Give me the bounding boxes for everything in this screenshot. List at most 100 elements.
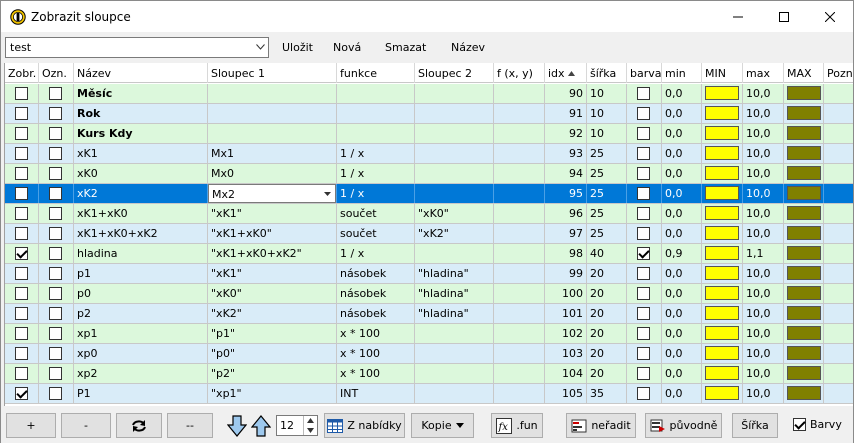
column1-cell[interactable]: "xK1" <box>208 204 337 223</box>
show-checkbox[interactable] <box>14 387 28 400</box>
function-cell[interactable]: 1 / x <box>337 244 415 263</box>
name-cell[interactable]: xK1+xK0 <box>74 204 208 223</box>
show-checkbox[interactable] <box>14 307 28 320</box>
note-cell[interactable] <box>824 324 853 343</box>
width-cell[interactable]: 10 <box>587 124 627 143</box>
min-color-swatch[interactable] <box>705 126 739 140</box>
index-cell[interactable]: 91 <box>545 104 587 123</box>
min-cell[interactable]: 0,0 <box>662 144 702 163</box>
show-checkbox[interactable] <box>14 247 28 260</box>
fun-button[interactable]: fx .fun <box>491 413 543 438</box>
show-checkbox[interactable] <box>14 267 28 280</box>
column2-cell[interactable] <box>415 84 494 103</box>
index-cell[interactable]: 93 <box>545 144 587 163</box>
table-row[interactable]: p0 "xK0" násobek "hladina" 100 20 0,0 10,0 <box>5 284 853 304</box>
note-cell[interactable] <box>824 344 853 363</box>
note-cell[interactable] <box>824 244 853 263</box>
column1-cell[interactable]: "p1" <box>208 324 337 343</box>
name-cell[interactable]: xp2 <box>74 364 208 383</box>
mark-checkbox[interactable] <box>49 267 62 280</box>
width-cell[interactable]: 20 <box>587 264 627 283</box>
table-row[interactable]: P1 "xp1" INT 105 35 0,0 10,0 <box>5 384 853 404</box>
function-cell[interactable]: 1 / x <box>337 164 415 183</box>
column-header-idx[interactable]: idx <box>545 63 587 83</box>
fxy-cell[interactable] <box>494 364 545 383</box>
function-cell[interactable] <box>337 124 415 143</box>
mark-checkbox[interactable] <box>49 287 62 300</box>
fxy-cell[interactable] <box>494 264 545 283</box>
column-header-min[interactable]: min <box>662 63 702 83</box>
column2-cell[interactable] <box>415 144 494 163</box>
show-checkbox[interactable] <box>14 287 28 300</box>
note-cell[interactable] <box>824 84 853 103</box>
max-color-swatch[interactable] <box>787 186 821 200</box>
max-color-swatch[interactable] <box>787 306 821 320</box>
color-checkbox[interactable] <box>637 127 650 140</box>
name-cell[interactable]: xK0 <box>74 164 208 183</box>
from-menu-button[interactable]: Z nabídky <box>324 413 405 438</box>
columns-grid[interactable]: Zobr. Ozn. Název Sloupec 1 funkce Sloupec 2 f … <box>4 63 853 406</box>
index-cell[interactable]: 102 <box>545 324 587 343</box>
column-header-min[interactable]: MIN <box>702 63 743 83</box>
width-cell[interactable]: 25 <box>587 204 627 223</box>
note-cell[interactable] <box>824 264 853 283</box>
max-color-swatch[interactable] <box>787 166 821 180</box>
color-checkbox[interactable] <box>637 247 650 260</box>
remove-row-button[interactable]: - <box>61 413 111 438</box>
max-cell[interactable]: 10,0 <box>743 164 784 183</box>
name-cell[interactable]: xp0 <box>74 344 208 363</box>
max-cell[interactable]: 10,0 <box>743 344 784 363</box>
min-color-swatch[interactable] <box>705 166 739 180</box>
max-color-swatch[interactable] <box>787 286 821 300</box>
min-cell[interactable]: 0,0 <box>662 204 702 223</box>
note-cell[interactable] <box>824 284 853 303</box>
index-cell[interactable]: 104 <box>545 364 587 383</box>
column1-cell[interactable]: "xK0" <box>208 284 337 303</box>
max-cell[interactable]: 10,0 <box>743 224 784 243</box>
function-cell[interactable]: násobek <box>337 284 415 303</box>
width-cell[interactable]: 25 <box>587 224 627 243</box>
width-cell[interactable]: 25 <box>587 164 627 183</box>
color-checkbox[interactable] <box>637 147 650 160</box>
function-cell[interactable]: INT <box>337 384 415 403</box>
save-button[interactable]: Uložit <box>282 41 313 54</box>
column2-cell[interactable] <box>415 124 494 143</box>
table-row[interactable]: xp0 "p0" x * 100 103 20 0,0 10,0 <box>5 344 853 364</box>
min-color-swatch[interactable] <box>705 346 739 360</box>
function-cell[interactable]: 1 / x <box>337 184 415 203</box>
function-cell[interactable] <box>337 84 415 103</box>
column1-cell[interactable] <box>208 124 337 143</box>
min-cell[interactable]: 0,9 <box>662 244 702 263</box>
index-cell[interactable]: 103 <box>545 344 587 363</box>
stepper-buttons[interactable] <box>303 416 317 435</box>
width-cell[interactable]: 40 <box>587 244 627 263</box>
mark-checkbox[interactable] <box>49 247 62 260</box>
fxy-cell[interactable] <box>494 344 545 363</box>
column1-cell[interactable] <box>208 104 337 123</box>
note-cell[interactable] <box>824 144 853 163</box>
refresh-button[interactable] <box>116 413 162 438</box>
color-checkbox[interactable] <box>637 327 650 340</box>
note-cell[interactable] <box>824 184 853 203</box>
max-cell[interactable]: 10,0 <box>743 144 784 163</box>
note-cell[interactable] <box>824 364 853 383</box>
max-color-swatch[interactable] <box>787 386 821 400</box>
min-cell[interactable]: 0,0 <box>662 364 702 383</box>
column1-cell[interactable]: "xK2" <box>208 304 337 323</box>
fxy-cell[interactable] <box>494 284 545 303</box>
name-cell[interactable]: Měsíc <box>74 84 208 103</box>
show-checkbox[interactable] <box>14 87 28 100</box>
original-button[interactable]: původně <box>645 413 722 438</box>
width-cell[interactable]: 20 <box>587 304 627 323</box>
column-header-fxy[interactable]: f (x, y) <box>494 63 545 83</box>
fxy-cell[interactable] <box>494 244 545 263</box>
table-row[interactable]: xK1+xK0+xK2 "xK1+xK0" součet "xK2" 97 25 0,0 10… <box>5 224 853 244</box>
close-button[interactable] <box>807 1 853 32</box>
delete-button[interactable]: Smazat <box>385 41 426 54</box>
table-row[interactable]: Měsíc 90 10 0,0 10,0 <box>5 84 853 104</box>
note-cell[interactable] <box>824 164 853 183</box>
index-cell[interactable]: 101 <box>545 304 587 323</box>
min-cell[interactable]: 0,0 <box>662 264 702 283</box>
table-row[interactable]: xK1 Mx1 1 / x 93 25 0,0 10,0 <box>5 144 853 164</box>
column-header-fn[interactable]: funkce <box>337 63 415 83</box>
